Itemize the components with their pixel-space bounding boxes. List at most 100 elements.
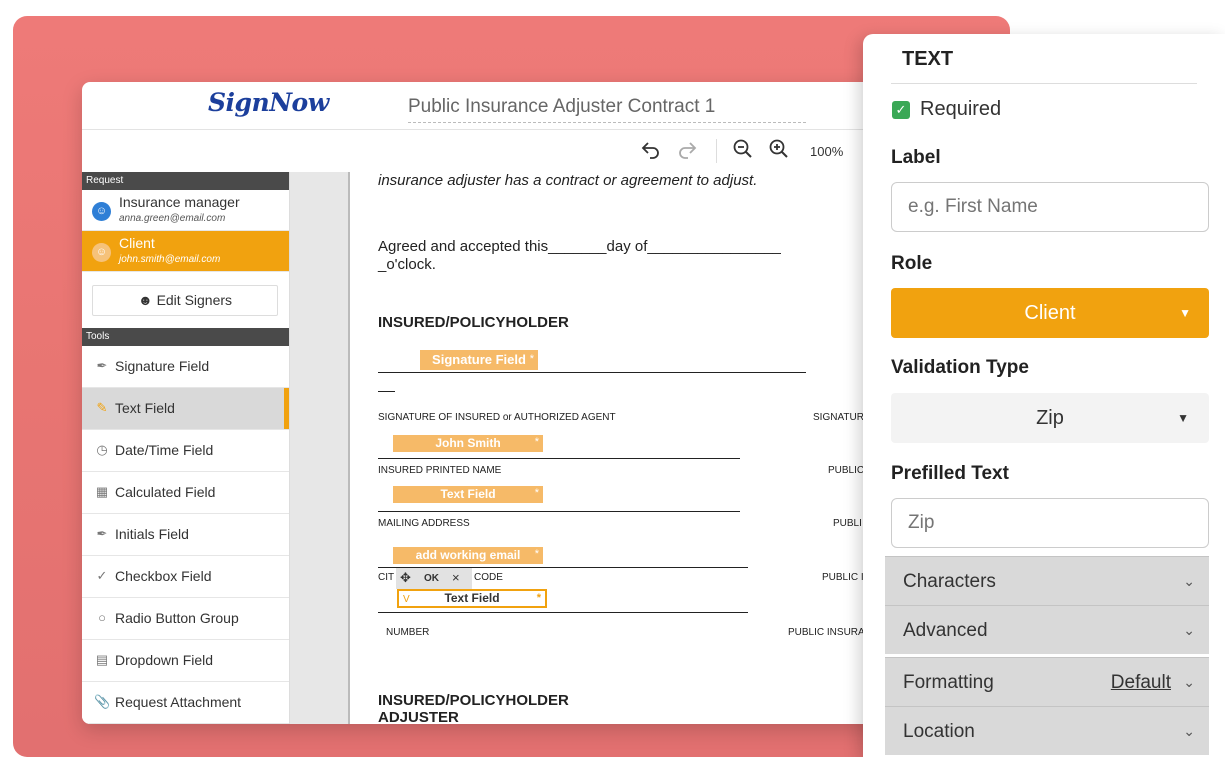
tool-label: Checkbox Field bbox=[115, 568, 212, 584]
required-checkbox[interactable]: ✓ bbox=[892, 101, 910, 119]
editor-window: SignNow Public Insurance Adjuster Contra… bbox=[82, 82, 882, 724]
validation-heading: Validation Type bbox=[891, 357, 1029, 378]
role-dropdown[interactable]: Client ▼ bbox=[891, 288, 1209, 338]
pen-icon: ✒ bbox=[96, 526, 108, 541]
document-text: insurance adjuster has a contract or agr… bbox=[378, 172, 758, 189]
signature-line bbox=[378, 391, 395, 392]
signer-email: anna.green@email.com bbox=[119, 213, 226, 224]
top-bar: SignNow Public Insurance Adjuster Contra… bbox=[82, 82, 882, 130]
field-line bbox=[378, 458, 740, 459]
document-page[interactable]: insurance adjuster has a contract or agr… bbox=[348, 172, 882, 724]
paperclip-icon: 📎 bbox=[94, 694, 111, 709]
tool-checkbox-field[interactable]: ✓ Checkbox Field bbox=[82, 556, 289, 598]
field-label: John Smith bbox=[435, 436, 501, 450]
section-label: Formatting bbox=[903, 672, 994, 693]
validation-type-select[interactable]: Zip ▼ bbox=[891, 393, 1209, 443]
field-properties-panel: TEXT ✓ Required Label Role Client ▼ Vali… bbox=[863, 34, 1225, 757]
required-asterisk: * bbox=[534, 487, 539, 499]
role-heading: Role bbox=[891, 253, 933, 274]
toolbar: 100% bbox=[82, 130, 882, 172]
tools-header: Tools bbox=[82, 328, 289, 346]
tool-label: Radio Button Group bbox=[115, 610, 239, 626]
name-field[interactable]: John Smith * bbox=[393, 435, 543, 452]
redo-icon[interactable] bbox=[676, 138, 698, 166]
ok-button[interactable]: OK bbox=[424, 573, 439, 584]
required-asterisk: * bbox=[534, 548, 539, 560]
tool-radio-button-group[interactable]: ○ Radio Button Group bbox=[82, 598, 289, 640]
caret-down-icon: ▼ bbox=[1179, 306, 1191, 320]
sidebar: Request ☺ Insurance manager anna.green@e… bbox=[82, 172, 290, 724]
label-heading: Label bbox=[891, 147, 941, 168]
required-asterisk: * bbox=[536, 592, 541, 604]
calculator-icon: ▦ bbox=[95, 484, 109, 499]
field-caption: CIT bbox=[378, 572, 395, 583]
signnow-logo[interactable]: SignNow bbox=[208, 88, 329, 117]
signer-insurance-manager[interactable]: ☺ Insurance manager anna.green@email.com bbox=[82, 190, 289, 231]
field-caption: CODE bbox=[474, 572, 503, 583]
section-heading: INSURED/POLICYHOLDER bbox=[378, 692, 569, 709]
check-icon: ✓ bbox=[96, 568, 108, 583]
location-section[interactable]: Location ⌄ bbox=[885, 706, 1209, 755]
validation-marker: V bbox=[403, 594, 410, 605]
prefilled-text-input[interactable] bbox=[891, 498, 1209, 548]
zoom-level[interactable]: 100% bbox=[810, 144, 843, 159]
section-label: Advanced bbox=[903, 620, 988, 641]
document-text: _o'clock. bbox=[378, 256, 436, 273]
field-caption: PUBLIC bbox=[828, 465, 865, 476]
tool-label: Request Attachment bbox=[115, 694, 242, 710]
chevron-down-icon: ⌄ bbox=[1183, 573, 1195, 589]
formatting-value[interactable]: Default bbox=[1111, 672, 1171, 694]
field-caption: PUBLI bbox=[833, 518, 862, 529]
signature-field[interactable]: Signature Field * bbox=[420, 350, 538, 370]
tool-request-attachment[interactable]: 📎 Request Attachment bbox=[82, 682, 289, 724]
required-label[interactable]: Required bbox=[920, 98, 1001, 121]
characters-section[interactable]: Characters ⌄ bbox=[885, 556, 1209, 605]
field-label: add working email bbox=[415, 548, 521, 562]
field-caption: MAILING ADDRESS bbox=[378, 518, 470, 529]
tool-initials-field[interactable]: ✒ Initials Field bbox=[82, 514, 289, 556]
signer-name: Insurance manager bbox=[119, 194, 240, 210]
formatting-section[interactable]: Formatting Default ⌄ bbox=[885, 657, 1209, 706]
tool-label: Calculated Field bbox=[115, 484, 216, 500]
field-caption: NUMBER bbox=[386, 627, 430, 638]
field-label: Text Field bbox=[440, 487, 496, 501]
divider bbox=[891, 83, 1197, 84]
label-input[interactable] bbox=[891, 182, 1209, 232]
zoom-out-icon[interactable] bbox=[732, 138, 754, 166]
tool-label: Initials Field bbox=[115, 526, 189, 542]
pencil-icon: ✎ bbox=[96, 400, 108, 415]
signer-name: Client bbox=[119, 235, 155, 251]
caret-down-icon: ▼ bbox=[1177, 411, 1189, 425]
panel-title: TEXT bbox=[902, 48, 954, 70]
tool-dropdown-field[interactable]: ▤ Dropdown Field bbox=[82, 640, 289, 682]
selected-text-field[interactable]: V Text Field * bbox=[397, 589, 547, 608]
undo-icon[interactable] bbox=[640, 138, 662, 166]
required-asterisk: * bbox=[529, 353, 534, 365]
zoom-in-icon[interactable] bbox=[768, 138, 790, 166]
edit-signers-button[interactable]: ☻ Edit Signers bbox=[92, 285, 278, 316]
signer-client[interactable]: ☺ Client john.smith@email.com bbox=[82, 231, 289, 272]
field-label: Text Field bbox=[444, 591, 500, 605]
field-caption: INSURED PRINTED NAME bbox=[378, 465, 502, 476]
advanced-section[interactable]: Advanced ⌄ bbox=[885, 605, 1209, 654]
edit-signers-row: ☻ Edit Signers bbox=[82, 272, 289, 328]
close-icon[interactable]: × bbox=[452, 570, 460, 585]
field-line bbox=[378, 511, 740, 512]
tool-calculated-field[interactable]: ▦ Calculated Field bbox=[82, 472, 289, 514]
field-caption: PUBLIC INSURA bbox=[788, 627, 865, 638]
field-caption: PUBLIC I bbox=[822, 572, 864, 583]
field-mini-toolbar: ✥ OK × bbox=[396, 568, 472, 589]
radio-icon: ○ bbox=[98, 610, 106, 625]
tool-text-field[interactable]: ✎ Text Field bbox=[82, 388, 289, 430]
email-field[interactable]: add working email * bbox=[393, 547, 543, 564]
field-caption: SIGNATUR bbox=[813, 412, 864, 423]
move-icon[interactable]: ✥ bbox=[400, 570, 411, 586]
document-title[interactable]: Public Insurance Adjuster Contract 1 bbox=[408, 96, 806, 123]
tool-date-time-field[interactable]: ◷ Date/Time Field bbox=[82, 430, 289, 472]
clock-icon: ◷ bbox=[96, 442, 108, 457]
tool-signature-field[interactable]: ✒ Signature Field bbox=[82, 346, 289, 388]
chevron-down-icon: ⌄ bbox=[1183, 622, 1195, 638]
section-heading: ADJUSTER bbox=[378, 709, 459, 724]
text-field[interactable]: Text Field * bbox=[393, 486, 543, 503]
person-icon: ☻ bbox=[137, 292, 153, 308]
